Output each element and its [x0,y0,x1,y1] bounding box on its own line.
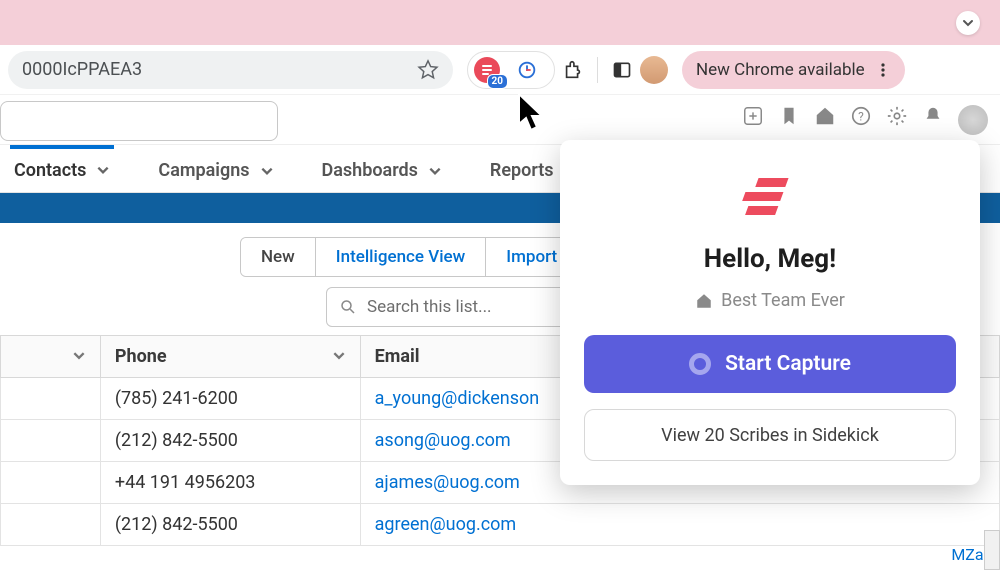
start-capture-button[interactable]: Start Capture [584,335,956,393]
chevron-down-icon [332,348,346,362]
cell-phone: (212) 842-5500 [100,504,360,546]
cell-blank [1,462,101,504]
user-avatar[interactable] [958,105,988,135]
scribe-logo [584,174,956,222]
popup-greeting: Hello, Meg! [584,244,956,274]
home-icon[interactable] [814,105,836,127]
tab-label: Reports [490,160,554,181]
separator [597,57,598,83]
new-chrome-pill[interactable]: New Chrome available [682,51,905,89]
help-icon[interactable]: ? [850,105,872,127]
new-chrome-label: New Chrome available [696,60,865,80]
intelligence-view-button[interactable]: Intelligence View [316,238,486,276]
cell-phone: (785) 241-6200 [100,378,360,420]
extensions-pill: 20 [467,51,555,89]
browser-toolbar: 0000IcPPAEA3 20 New Chrome available [0,45,1000,95]
cell-email[interactable]: agreen@uog.com [360,504,999,546]
extension-icon-2[interactable] [514,57,540,83]
url-text: 0000IcPPAEA3 [22,59,142,80]
cell-phone: (212) 842-5500 [100,420,360,462]
sidepanel-icon[interactable] [610,58,634,82]
table-row[interactable]: (212) 842-5500agreen@uog.com [1,504,1000,546]
action-button-group: New Intelligence View Import [240,237,578,277]
new-button[interactable]: New [241,238,316,276]
chevron-down-icon [260,164,274,178]
app-header-icons: ? [742,105,988,135]
home-icon [695,292,713,310]
banner-expand-button[interactable] [956,11,980,35]
tab-contacts[interactable]: Contacts [10,145,114,192]
bookmark-icon[interactable] [778,105,800,127]
plus-icon[interactable] [742,105,764,127]
scrollbar[interactable] [984,530,1000,570]
chevron-down-icon [428,164,442,178]
puzzle-icon[interactable] [561,58,585,82]
cell-blank [1,504,101,546]
search-icon [339,298,357,316]
tab-campaigns[interactable]: Campaigns [154,145,277,192]
more-icon [875,62,891,78]
star-icon[interactable] [417,59,439,81]
bell-icon[interactable] [922,105,944,127]
profile-avatar[interactable] [640,56,668,84]
scribe-badge: 20 [487,74,508,89]
chevron-down-icon [72,348,86,362]
top-banner [0,0,1000,45]
popup-team: Best Team Ever [584,290,956,311]
url-bar[interactable]: 0000IcPPAEA3 [8,51,453,89]
record-icon [689,353,711,375]
gear-icon[interactable] [886,105,908,127]
chevron-down-icon [962,17,974,29]
tab-dashboards[interactable]: Dashboards [318,145,446,192]
tab-reports[interactable]: Reports [486,145,558,192]
column-header-blank[interactable] [1,336,101,378]
view-scribes-button[interactable]: View 20 Scribes in Sidekick [584,409,956,461]
svg-text:?: ? [858,110,864,124]
scribe-extension-icon[interactable]: 20 [474,57,500,83]
cell-phone: +44 191 4956203 [100,462,360,504]
global-search-input[interactable] [0,101,278,141]
tab-label: Contacts [14,160,86,181]
cell-blank [1,420,101,462]
list-search-placeholder: Search this list... [367,297,492,317]
app-header: ? [0,95,1000,145]
column-header-phone[interactable]: Phone [100,336,360,378]
tab-label: Dashboards [322,160,418,181]
chevron-down-icon [96,163,110,177]
scribe-popup: Hello, Meg! Best Team Ever Start Capture… [560,140,980,485]
tab-label: Campaigns [158,160,249,181]
cell-blank [1,378,101,420]
